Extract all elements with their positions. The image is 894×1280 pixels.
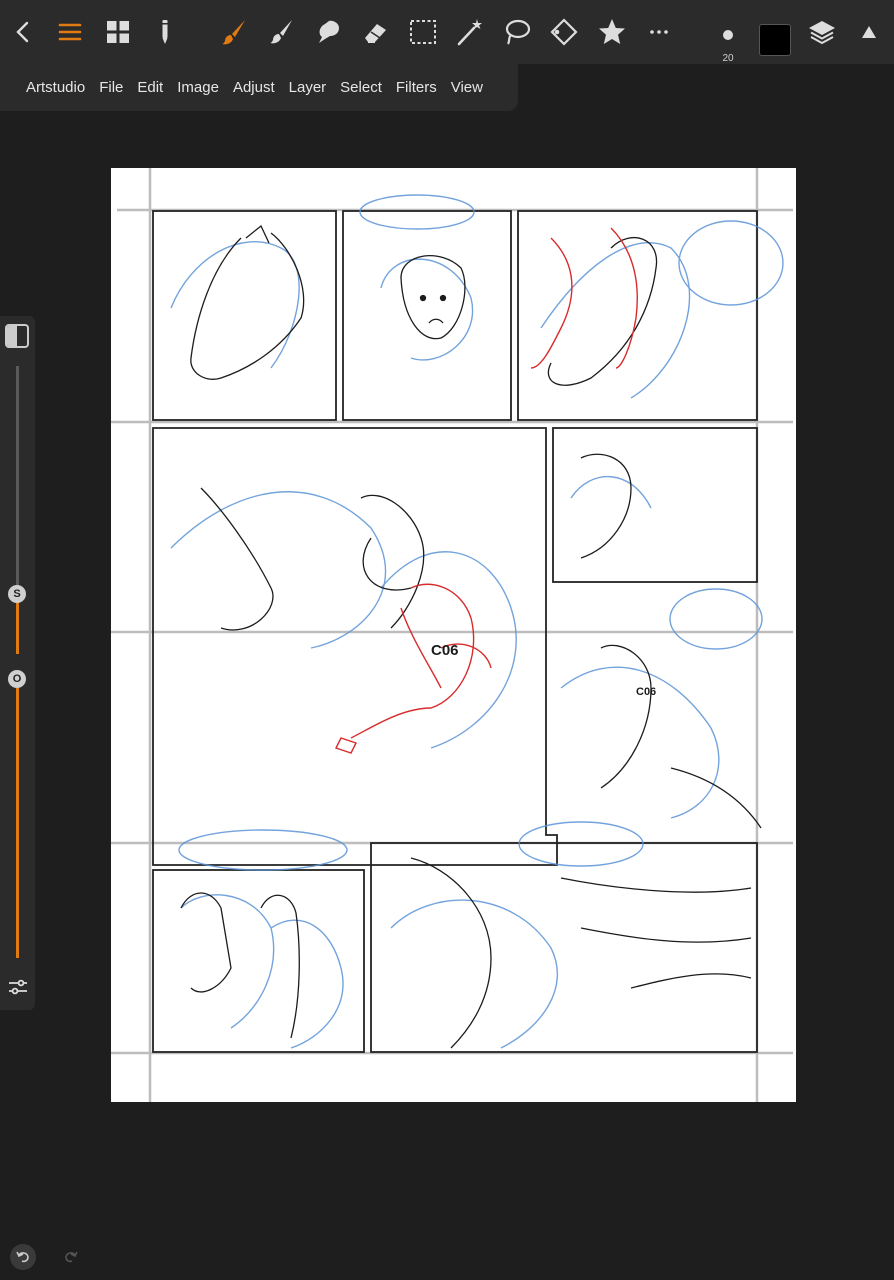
menu-edit[interactable]: Edit — [137, 79, 163, 96]
top-toolbar: 20 — [0, 0, 894, 64]
svg-text:C06: C06 — [636, 686, 656, 698]
size-slider-fill — [16, 594, 19, 654]
menu-adjust[interactable]: Adjust — [233, 79, 275, 96]
brush-settings-icon[interactable] — [7, 976, 29, 998]
menu-file[interactable]: File — [99, 79, 123, 96]
menu-bar: Artstudio File Edit Image Adjust Layer S… — [0, 64, 518, 111]
menu-icon[interactable] — [54, 16, 86, 48]
opacity-slider-knob[interactable]: O — [8, 670, 26, 688]
more-icon[interactable] — [643, 16, 675, 48]
menu-artstudio[interactable]: Artstudio — [26, 79, 85, 96]
transform-icon[interactable] — [548, 16, 580, 48]
redo-icon — [65, 1251, 78, 1263]
back-icon[interactable] — [7, 16, 39, 48]
size-slider-knob[interactable]: S — [8, 585, 26, 603]
drawing-canvas[interactable]: C06 C06 — [111, 168, 796, 1102]
pencil-icon[interactable] — [149, 16, 181, 48]
collapse-toolbar-icon[interactable] — [853, 16, 885, 48]
menu-filters[interactable]: Filters — [396, 79, 437, 96]
brush-settings-panel: S O — [0, 316, 35, 1010]
smudge-icon[interactable] — [265, 16, 297, 48]
svg-text:C06: C06 — [431, 642, 459, 659]
eraser-icon[interactable] — [359, 16, 391, 48]
layers-icon[interactable] — [806, 16, 838, 48]
split-view-icon[interactable] — [5, 324, 29, 348]
brush-size-value: 20 — [722, 53, 734, 64]
size-slider-track[interactable] — [16, 366, 19, 594]
star-icon[interactable] — [596, 16, 628, 48]
gallery-icon[interactable] — [102, 16, 134, 48]
rect-select-icon[interactable] — [407, 16, 439, 48]
opacity-slider-fill — [16, 688, 19, 958]
menu-image[interactable]: Image — [177, 79, 219, 96]
undo-icon — [16, 1251, 29, 1263]
redo-button[interactable] — [58, 1244, 84, 1270]
menu-view[interactable]: View — [451, 79, 483, 96]
menu-layer[interactable]: Layer — [289, 79, 327, 96]
brush-icon[interactable] — [218, 16, 250, 48]
undo-button[interactable] — [10, 1244, 36, 1270]
color-swatch[interactable] — [759, 24, 791, 56]
lasso-icon[interactable] — [501, 16, 533, 48]
brush-size-dot-icon[interactable] — [712, 20, 744, 50]
smear-icon[interactable] — [312, 16, 344, 48]
menu-select[interactable]: Select — [340, 79, 382, 96]
magic-wand-icon[interactable] — [454, 16, 486, 48]
comic-sketch-artwork: C06 C06 — [111, 168, 793, 1102]
